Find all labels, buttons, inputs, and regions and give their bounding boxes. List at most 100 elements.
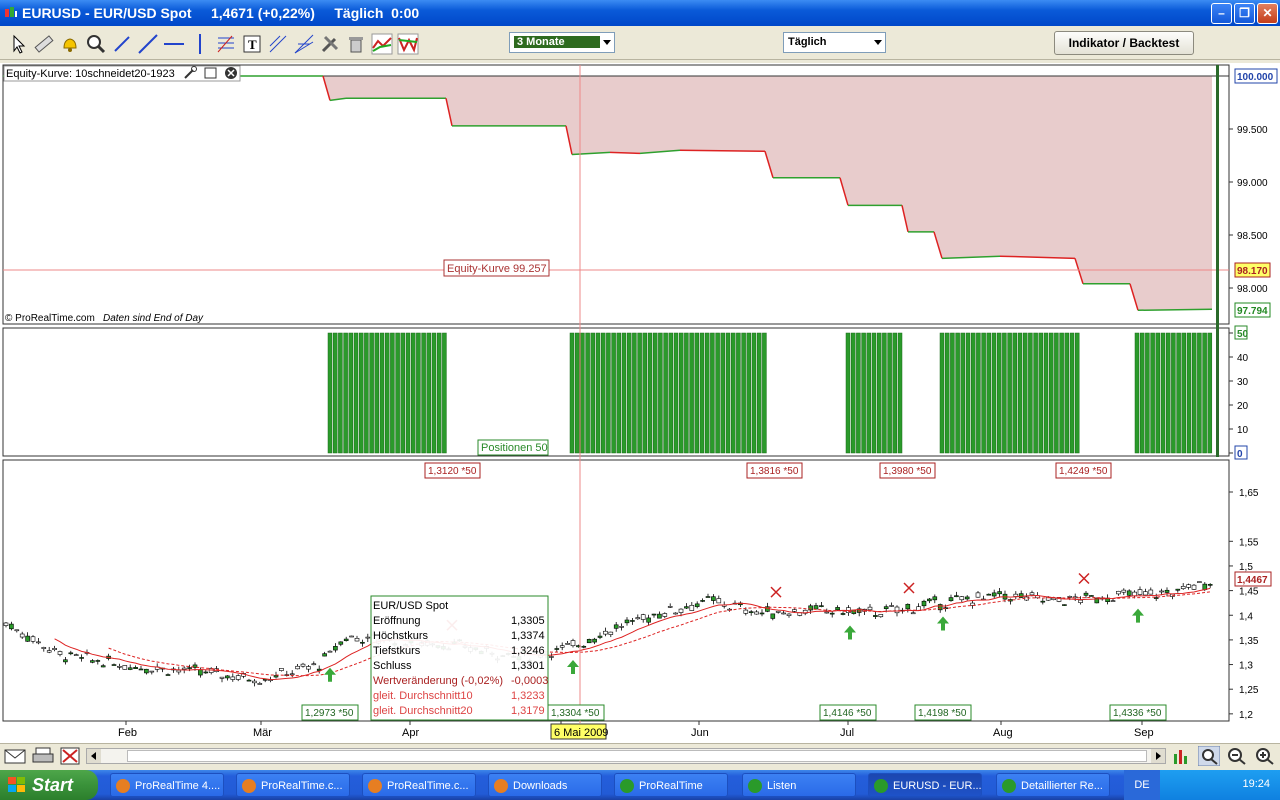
candle-body (975, 592, 981, 598)
candle-body (684, 606, 689, 609)
equity-tick-label: 99.000 (1237, 178, 1268, 189)
position-bar (1165, 332, 1171, 454)
pointer-tool-icon[interactable] (6, 32, 30, 56)
scroll-left-icon[interactable] (87, 749, 101, 763)
candle-body (910, 612, 916, 615)
position-bar (871, 332, 877, 454)
candle-body (813, 605, 819, 610)
ray-tool-icon[interactable] (136, 32, 160, 56)
position-bar (616, 332, 622, 454)
equity-segment (1137, 308, 1213, 312)
zoom-fit-icon[interactable] (1198, 746, 1220, 766)
trade-exit-label: 1,4249 *50 (1059, 466, 1108, 477)
vertical-line-icon[interactable] (188, 32, 212, 56)
scroll-right-icon[interactable] (1151, 749, 1165, 763)
print-icon[interactable] (32, 747, 54, 765)
zoom-tool-icon[interactable] (84, 32, 108, 56)
position-bar (882, 332, 887, 454)
candle-body (1143, 591, 1148, 596)
backtest-icon[interactable] (396, 32, 420, 56)
zoom-out-icon[interactable] (1226, 746, 1248, 766)
chart-canvas[interactable]: Equity-Kurve: 10schneidet20-1923 © ProRe… (0, 63, 1280, 743)
candle-body (1148, 589, 1154, 595)
time-x-axis: Feb Mär Apr 6 Mai 2009 Jun Jul Aug Sep (118, 721, 1154, 740)
equity-green-marker: 97.794 (1237, 306, 1268, 317)
tooltip-row-value: 1,3301 (511, 660, 545, 672)
indicator-icon[interactable] (370, 32, 394, 56)
close-button[interactable]: ✕ (1257, 3, 1278, 24)
disconnect-icon[interactable] (60, 747, 80, 765)
trendline-tool-icon[interactable] (110, 32, 134, 56)
taskbar-item[interactable]: ProRealTime.c... (362, 773, 476, 797)
position-bar (663, 332, 668, 454)
position-bar (897, 332, 903, 454)
positions-tick-label: 0 (1237, 449, 1243, 460)
taskbar-item[interactable]: EURUSD - EUR... (868, 773, 982, 797)
candle-body (786, 613, 792, 616)
chart-area[interactable]: Equity-Kurve: 10schneidet20-1923 © ProRe… (0, 63, 1280, 743)
maximize-button[interactable]: ❐ (1234, 3, 1255, 24)
position-bar (668, 332, 674, 454)
position-bar (585, 332, 590, 454)
zoom-in-icon[interactable] (1254, 746, 1276, 766)
scroll-thumb[interactable] (127, 750, 1147, 762)
windows-logo-icon (8, 777, 25, 792)
candle-body (689, 604, 695, 611)
taskbar-item[interactable]: Detaillierter Re... (996, 773, 1110, 797)
position-bar (405, 332, 411, 454)
candle-body (79, 657, 84, 659)
candle-body (1083, 592, 1089, 596)
candle-body (667, 606, 673, 608)
time-scrollbar[interactable] (86, 748, 1166, 764)
chart-tool-icon[interactable] (1172, 746, 1192, 766)
taskbar-item[interactable]: ProRealTime.c... (236, 773, 350, 797)
fibonacci-icon[interactable] (214, 32, 238, 56)
position-bar (976, 332, 981, 454)
candle-body (257, 683, 263, 685)
candle-body (1029, 592, 1035, 596)
alert-bell-icon[interactable] (58, 32, 82, 56)
taskbar-item[interactable]: ProRealTime 4.... (110, 773, 224, 797)
window-icon[interactable] (204, 67, 217, 79)
candle-body (322, 653, 327, 657)
price-tick-label: 1,65 (1239, 488, 1259, 499)
start-button[interactable]: Start (0, 770, 98, 800)
candle-body (554, 648, 560, 650)
period-select[interactable]: 3 Monate (509, 32, 615, 53)
position-bar (1064, 332, 1070, 454)
taskbar-item[interactable]: Listen (742, 773, 856, 797)
candle-body (716, 598, 722, 604)
panel-split-handle[interactable] (1216, 65, 1219, 457)
horizontal-line-icon[interactable] (162, 32, 186, 56)
text-tool-icon[interactable]: T (240, 32, 264, 56)
fan-tool-icon[interactable] (292, 32, 316, 56)
position-bar (442, 332, 447, 454)
ruler-tool-icon[interactable] (32, 32, 56, 56)
position-bar (970, 332, 976, 454)
candle-body (95, 660, 101, 662)
language-indicator[interactable]: DE (1124, 770, 1160, 800)
position-bar (1002, 332, 1007, 454)
candle-body (932, 596, 938, 601)
tooltip-row-value: 1,3374 (511, 630, 545, 642)
position-bar (595, 332, 601, 454)
indicator-backtest-button[interactable]: Indikator / Backtest (1054, 31, 1194, 55)
interval-select[interactable]: Täglich (783, 32, 886, 53)
tools-icon[interactable] (318, 32, 342, 56)
taskbar-item-label: ProRealTime.c... (387, 780, 469, 792)
position-bar (426, 332, 432, 454)
candle-body (603, 630, 608, 635)
channel-tool-icon[interactable] (266, 32, 290, 56)
position-bar (892, 332, 898, 454)
tooltip-row-label: Schluss (373, 660, 412, 672)
minimize-button[interactable]: – (1211, 3, 1232, 24)
taskbar-item[interactable]: ProRealTime (614, 773, 728, 797)
close-panel-icon[interactable] (225, 67, 237, 79)
candle-body (624, 619, 630, 624)
taskbar-item[interactable]: Downloads (488, 773, 602, 797)
mail-icon[interactable] (4, 748, 26, 764)
delete-trash-icon[interactable] (344, 32, 368, 56)
candle-body (252, 680, 257, 684)
position-bar (684, 332, 689, 454)
tooltip-row-value: -0,0003 (511, 675, 548, 687)
